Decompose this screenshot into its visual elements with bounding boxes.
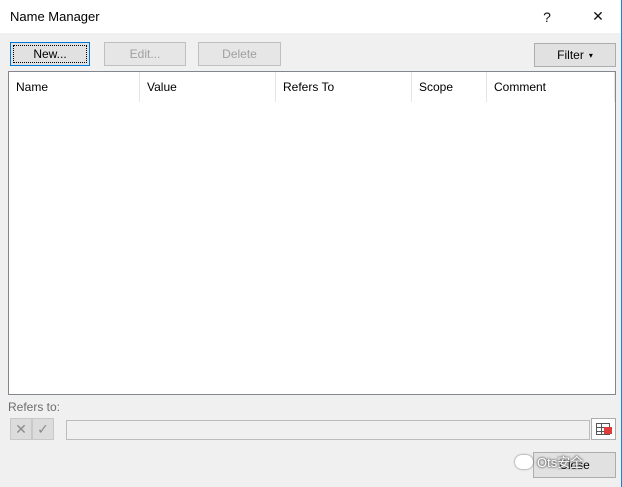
column-header-comment[interactable]: Comment [487, 72, 615, 102]
filter-button[interactable]: Filter ▾ [534, 43, 616, 67]
new-button[interactable]: New... [10, 42, 90, 66]
filter-button-label: Filter [557, 48, 584, 62]
cancel-x-icon: ✕ [15, 420, 27, 437]
edit-button[interactable]: Edit... [104, 42, 186, 66]
focus-rect [13, 45, 87, 63]
edit-button-label: Edit... [129, 47, 161, 61]
close-icon: ✕ [592, 8, 604, 24]
delete-button[interactable]: Delete [198, 42, 281, 66]
column-header-value[interactable]: Value [140, 72, 276, 102]
refers-to-label: Refers to: [8, 400, 61, 414]
delete-button-label: Delete [222, 47, 257, 61]
column-header-refers-to[interactable]: Refers To [276, 72, 412, 102]
window-title: Name Manager [10, 9, 100, 24]
title-bar: Name Manager ? ✕ [0, 0, 621, 33]
wechat-icon [515, 454, 533, 469]
watermark: Ots安全 [515, 452, 583, 471]
column-header-scope[interactable]: Scope [412, 72, 487, 102]
dropdown-arrow-icon: ▾ [588, 50, 593, 60]
help-button[interactable]: ? [524, 0, 570, 33]
collapse-dialog-icon-arrow [604, 427, 612, 434]
check-icon: ✓ [37, 420, 49, 437]
collapse-dialog-button[interactable] [591, 418, 616, 440]
list-header: Name Value Refers To Scope Comment [9, 72, 615, 102]
name-manager-dialog: Name Manager ? ✕ New... Edit... Delete F… [0, 0, 622, 487]
names-list[interactable]: Name Value Refers To Scope Comment [8, 71, 616, 395]
refers-to-input[interactable] [66, 420, 590, 440]
cancel-edit-button[interactable]: ✕ [10, 418, 32, 440]
window-close-button[interactable]: ✕ [575, 0, 621, 33]
confirm-edit-button[interactable]: ✓ [32, 418, 54, 440]
help-icon: ? [543, 8, 551, 25]
column-header-name[interactable]: Name [9, 72, 140, 102]
watermark-text: Ots安全 [537, 455, 584, 470]
